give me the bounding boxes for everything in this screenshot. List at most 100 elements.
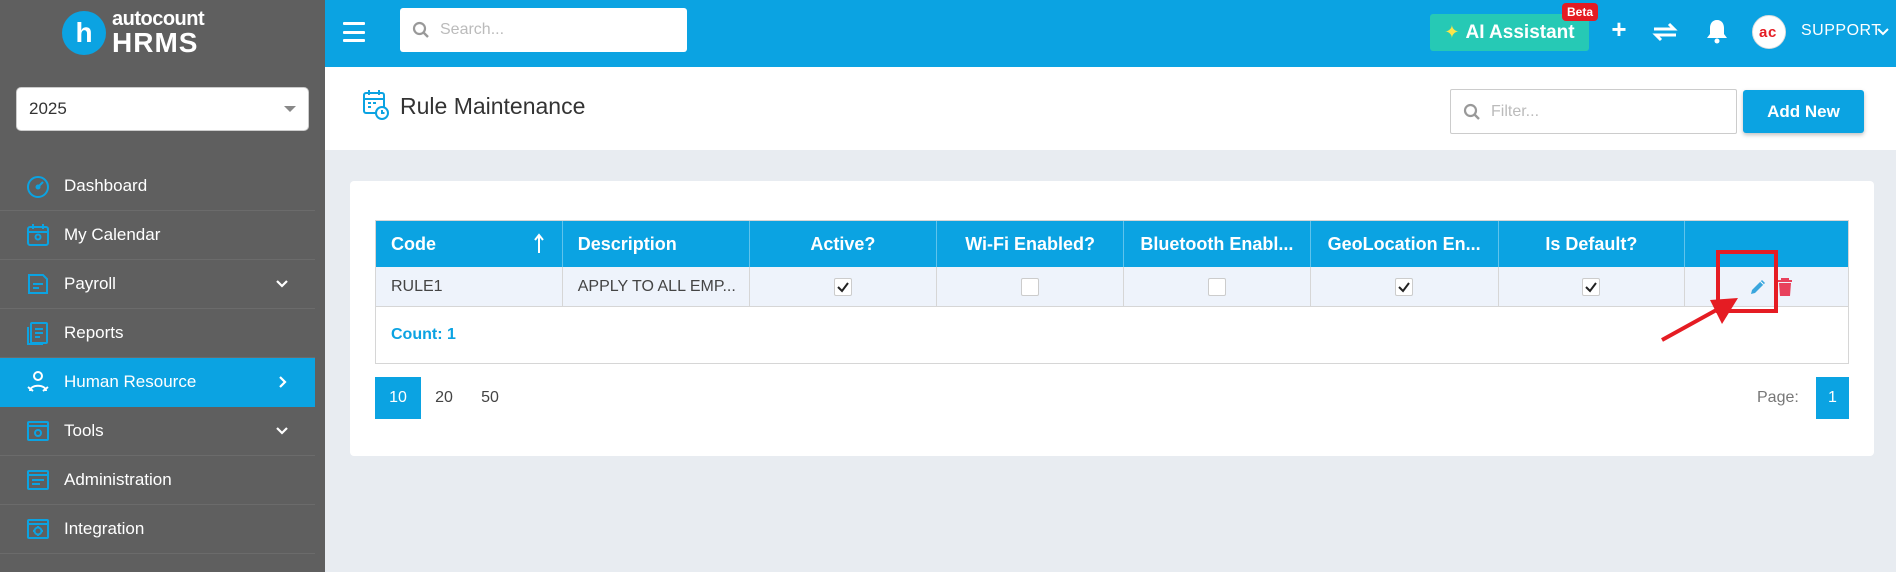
add-new-button[interactable]: Add New — [1743, 90, 1864, 133]
page-title: Rule Maintenance — [400, 93, 586, 119]
sidebar-item-dashboard[interactable]: Dashboard — [0, 162, 315, 211]
autocount-logo-icon: ac — [1754, 17, 1785, 48]
plus-icon[interactable]: + — [1607, 14, 1631, 45]
bell-icon[interactable] — [1705, 18, 1729, 44]
sidebar-item-label: Human Resource — [64, 372, 197, 391]
sidebar-item-label: Reports — [64, 323, 124, 342]
search-icon — [1463, 103, 1480, 120]
sort-ascending-icon — [533, 233, 544, 253]
filter-box — [1450, 89, 1737, 134]
chevron-down-icon — [276, 280, 288, 288]
column-header-label: Description — [577, 233, 677, 254]
edit-pencil-icon[interactable] — [1748, 277, 1768, 297]
logo-mark: h — [62, 11, 106, 55]
cell-bluetooth — [1124, 267, 1311, 306]
checkmark-icon — [1585, 281, 1598, 293]
cell-description: APPLY TO ALL EMP... — [563, 267, 750, 306]
chevron-right-icon — [279, 376, 287, 388]
checkmark-icon — [837, 281, 849, 293]
sidebar-item-tools[interactable]: Tools — [0, 407, 315, 456]
column-header-is-default[interactable]: Is Default? — [1499, 221, 1686, 267]
payroll-icon — [24, 271, 52, 297]
chevron-down-icon — [276, 427, 288, 435]
cell-active — [750, 267, 938, 306]
page-size-selector: 10 20 50 — [375, 377, 513, 419]
column-header-actions — [1685, 221, 1848, 267]
column-header-description[interactable]: Description — [563, 221, 750, 267]
column-header-label: GeoLocation En... — [1327, 233, 1481, 254]
sidebar: h autocount HRMS 2025 Dashboard My Calen… — [0, 0, 325, 572]
table-row[interactable]: RULE1 APPLY TO ALL EMP... — [376, 267, 1848, 307]
sidebar-item-label: My Calendar — [64, 225, 161, 244]
user-name[interactable]: SUPPORT — [1801, 22, 1882, 40]
sidebar-item-label: Integration — [64, 519, 145, 538]
sidebar-item-integration[interactable]: Integration — [0, 505, 315, 554]
cell-geolocation — [1311, 267, 1499, 306]
column-header-code[interactable]: Code — [376, 221, 563, 267]
caret-down-icon — [284, 106, 296, 112]
sidebar-item-human-resource[interactable]: Human Resource — [0, 358, 315, 407]
is-default-checkbox[interactable] — [1582, 277, 1601, 296]
tools-icon — [24, 418, 52, 444]
cell-wifi — [937, 267, 1124, 306]
chevron-down-icon[interactable] — [1877, 27, 1889, 37]
brand-line2: HRMS — [112, 27, 199, 58]
rule-grid: Code Description Active? Wi-Fi Enabled? … — [375, 220, 1849, 364]
column-header-label: Wi-Fi Enabled? — [965, 233, 1096, 254]
reports-icon — [24, 320, 52, 346]
human-resource-icon — [24, 369, 52, 395]
column-header-label: Active? — [810, 233, 876, 254]
year-select[interactable]: 2025 — [16, 87, 309, 131]
column-header-geolocation[interactable]: GeoLocation En... — [1311, 221, 1499, 267]
page-size-10[interactable]: 10 — [375, 377, 421, 419]
search-icon — [412, 21, 429, 38]
sidebar-item-administration[interactable]: Administration — [0, 456, 315, 505]
beta-badge: Beta — [1562, 3, 1599, 21]
calendar-clock-icon — [363, 90, 389, 120]
cell-actions — [1685, 267, 1848, 306]
column-header-active[interactable]: Active? — [750, 221, 938, 267]
active-checkbox[interactable] — [833, 277, 852, 296]
sidebar-item-label: Dashboard — [64, 176, 148, 195]
cell-code: RULE1 — [376, 267, 563, 306]
bluetooth-checkbox[interactable] — [1207, 277, 1226, 296]
sync-icon[interactable] — [1650, 17, 1680, 47]
column-header-bluetooth[interactable]: Bluetooth Enabl... — [1124, 221, 1311, 267]
year-select-value: 2025 — [29, 99, 67, 118]
global-search — [400, 8, 687, 52]
page-size-50[interactable]: 50 — [467, 377, 513, 419]
page-size-20[interactable]: 20 — [421, 377, 467, 419]
ai-assistant-label: AI Assistant — [1465, 21, 1575, 43]
hamburger-menu-icon[interactable] — [343, 22, 365, 42]
administration-icon — [24, 467, 52, 493]
sidebar-item-label: Payroll — [64, 274, 116, 293]
column-header-wifi[interactable]: Wi-Fi Enabled? — [937, 221, 1124, 267]
avatar[interactable]: ac — [1752, 15, 1786, 49]
wifi-checkbox[interactable] — [1021, 277, 1040, 296]
sidebar-item-reports[interactable]: Reports — [0, 309, 315, 358]
page-label: Page: — [1757, 389, 1799, 406]
brand-line1: autocount — [112, 8, 205, 30]
integration-icon — [24, 516, 52, 542]
checkmark-icon — [1398, 281, 1410, 293]
sidebar-item-payroll[interactable]: Payroll — [0, 260, 315, 309]
grid-count: Count: 1 — [391, 326, 456, 343]
sparkle-icon: ✦ — [1444, 22, 1460, 42]
geolocation-checkbox[interactable] — [1395, 277, 1414, 296]
svg-text:c: c — [1768, 24, 1776, 41]
sidebar-item-my-calendar[interactable]: My Calendar — [0, 211, 315, 260]
page-number-button[interactable]: 1 — [1816, 377, 1849, 419]
column-header-label: Is Default? — [1545, 233, 1638, 254]
top-bar: ✦ AI Assistant Beta + ac SUPPORT — [325, 0, 1896, 67]
grid-header-row: Code Description Active? Wi-Fi Enabled? … — [376, 221, 1848, 267]
delete-trash-icon[interactable] — [1776, 277, 1794, 297]
search-input[interactable] — [440, 21, 670, 39]
brand-logo[interactable]: h autocount HRMS — [62, 8, 205, 58]
dashboard-gauge-icon — [24, 173, 52, 199]
content-card: Code Description Active? Wi-Fi Enabled? … — [350, 181, 1874, 456]
filter-input[interactable] — [1491, 102, 1711, 121]
svg-text:a: a — [1759, 24, 1768, 41]
sidebar-item-label: Administration — [64, 470, 172, 489]
cell-is-default — [1499, 267, 1686, 306]
calendar-user-icon — [24, 222, 52, 248]
